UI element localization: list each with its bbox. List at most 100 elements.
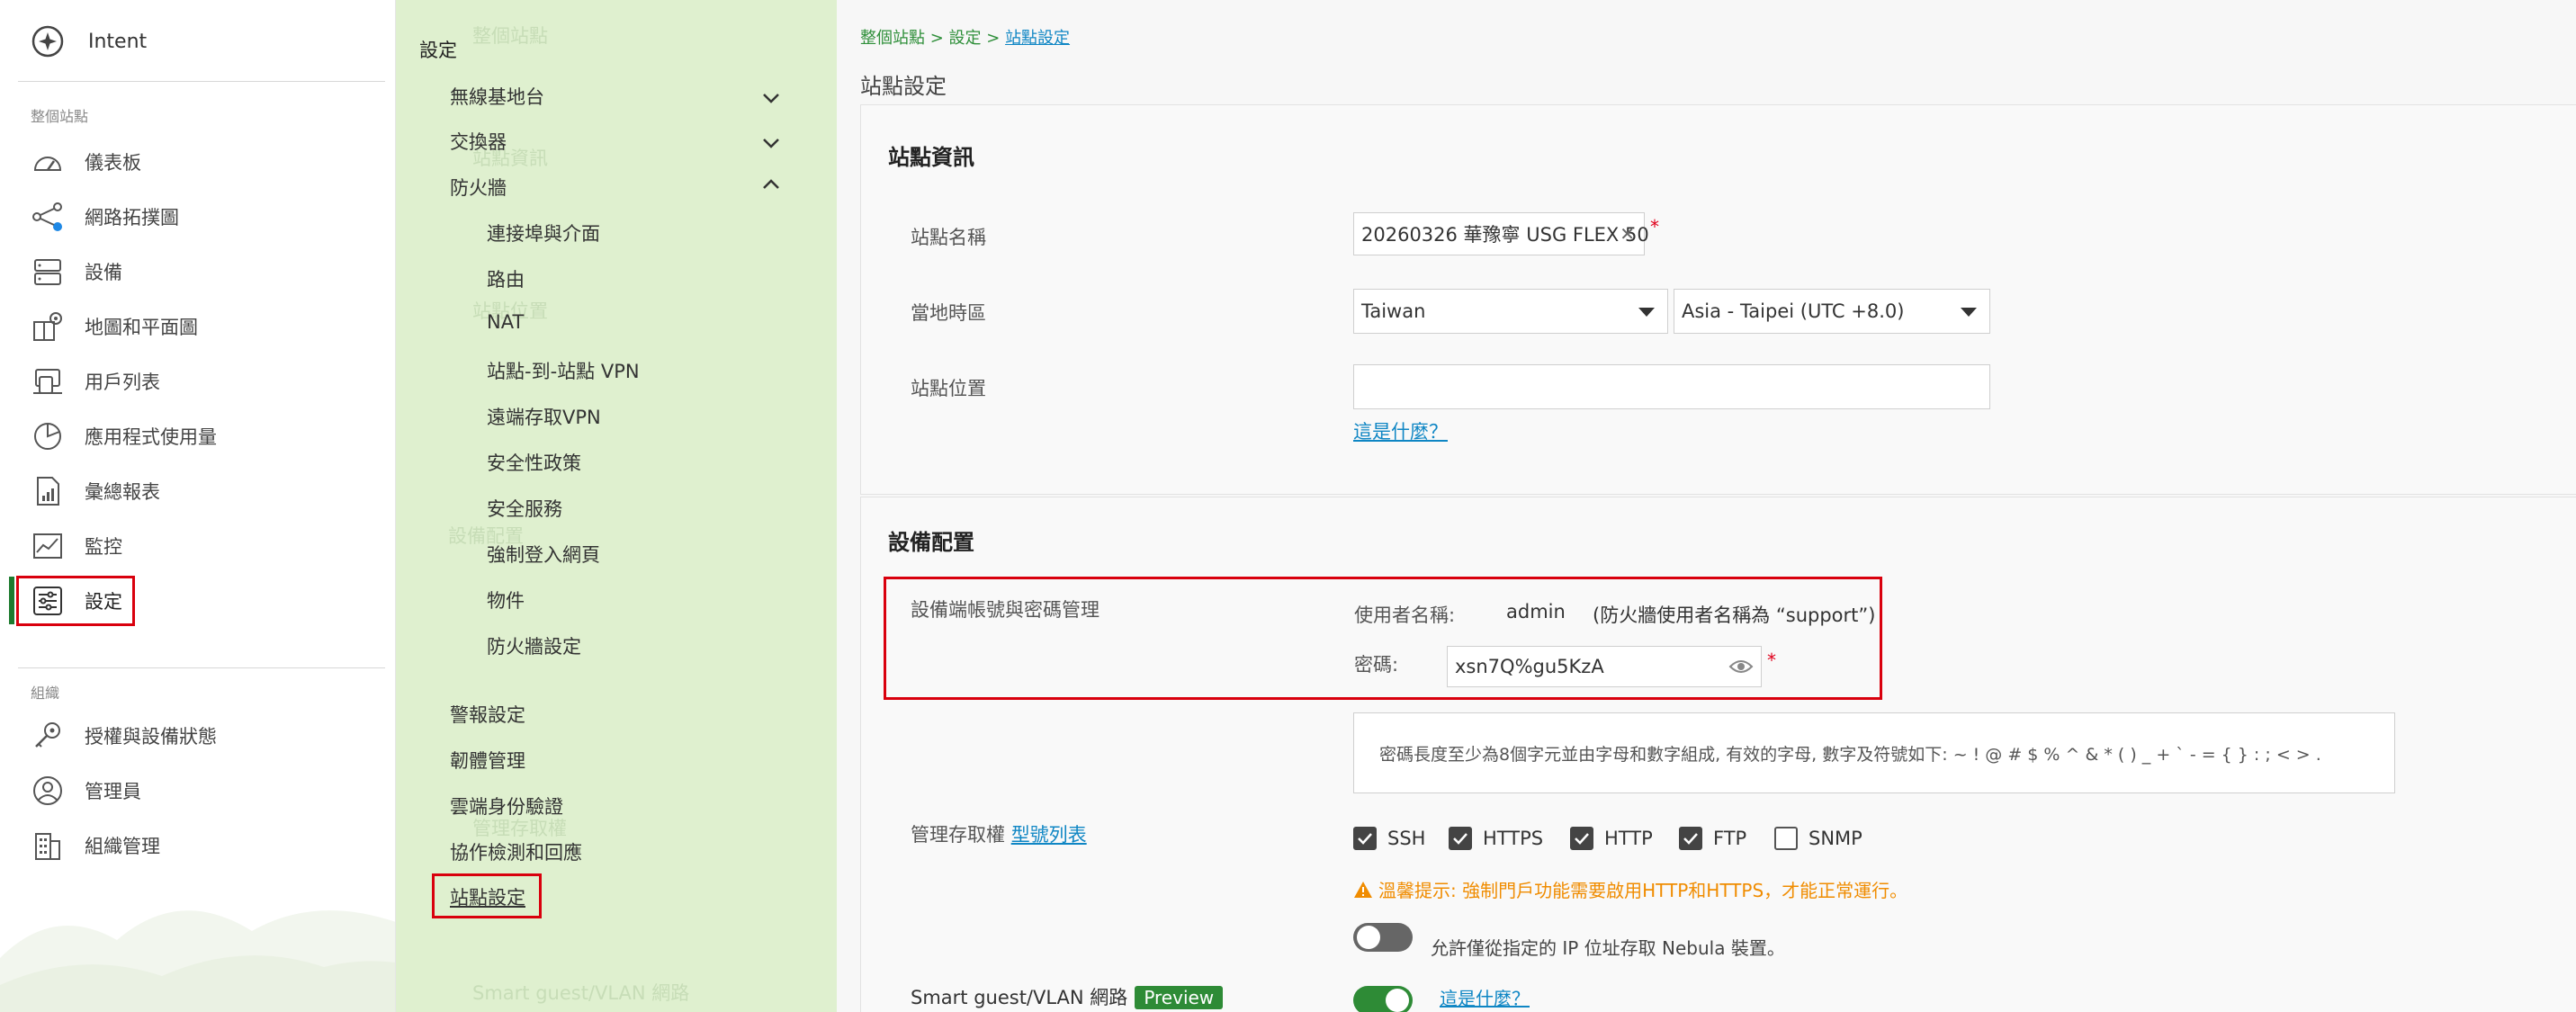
monitor-icon: [33, 533, 62, 559]
ssh-checkbox[interactable]: SSH: [1353, 827, 1425, 850]
subnav-item-captive-portal[interactable]: 強制登入網頁: [487, 541, 600, 568]
nav-section-site: 整個站點: [31, 108, 89, 125]
subnav-item-site-settings[interactable]: 站點設定: [450, 883, 525, 910]
password-input[interactable]: xsn7Q%gu5KzA: [1447, 646, 1762, 687]
chevron-up-icon[interactable]: [758, 171, 785, 198]
clients-icon: [33, 369, 62, 394]
chevron-down-icon[interactable]: [758, 130, 785, 157]
subnav-item-firewall-settings[interactable]: 防火牆設定: [487, 632, 581, 659]
dropdown-arrow-icon: [1961, 308, 1977, 317]
ghost-text: 整個站點: [472, 25, 548, 47]
breadcrumb-settings[interactable]: 設定: [949, 29, 982, 48]
nav-item-administrator[interactable]: 管理員: [31, 768, 141, 813]
toggle-knob: [1357, 926, 1380, 949]
required-mark: *: [1650, 216, 1659, 237]
required-mark: *: [1767, 649, 1776, 671]
settings-icon: [33, 587, 62, 615]
nav-item-topology[interactable]: 網路拓撲圖: [31, 194, 179, 239]
location-input[interactable]: [1353, 364, 1990, 409]
preview-badge: Preview: [1135, 986, 1224, 1009]
nav-item-app-usage[interactable]: 應用程式使用量: [31, 414, 217, 459]
eye-icon[interactable]: [1728, 657, 1754, 676]
timezone-label: 當地時區: [911, 302, 986, 324]
vlan-whatis-link[interactable]: 這是什麼？: [1440, 984, 1530, 1010]
subnav-item-routing[interactable]: 路由: [487, 265, 525, 292]
subnav-item-security-policy[interactable]: 安全性政策: [487, 449, 581, 476]
subnav-group-firewall[interactable]: 防火牆: [450, 174, 507, 201]
left-nav: Intent 整個站點 儀表板 網路拓撲圖 設備 地圖和平面圖 用戶列表 應用程…: [0, 0, 396, 1012]
vlan-toggle[interactable]: [1353, 986, 1413, 1012]
nav-item-settings[interactable]: 設定: [31, 578, 122, 623]
breadcrumb: 整個站點 > 設定 > 站點設定: [860, 25, 1070, 49]
subnav-item-objects[interactable]: 物件: [487, 587, 525, 613]
subnav-item-site-vpn[interactable]: 站點-到-站點 VPN: [487, 357, 640, 384]
administrator-icon: [33, 776, 62, 805]
model-list-link[interactable]: 型號列表: [1011, 824, 1087, 846]
page-title: 站點設定: [860, 74, 947, 99]
nav-item-summary-report[interactable]: 彙總報表: [31, 469, 160, 514]
password-label: 密碼:: [1354, 654, 1399, 676]
site-name-value: 20260326 華豫寧 USG FLEX 50: [1361, 224, 1649, 246]
nav-item-label: 授權與設備狀態: [85, 726, 217, 748]
ftp-checkbox[interactable]: FTP: [1679, 827, 1746, 850]
subnav-item-cdr[interactable]: 協作檢測和回應: [450, 838, 582, 865]
vlan-label-text: Smart guest/VLAN 網路: [911, 987, 1128, 1008]
vlan-label: Smart guest/VLAN 網路 Preview: [911, 983, 1224, 1010]
nav-item-monitor[interactable]: 監控: [31, 524, 122, 569]
app-window: Intent 整個站點 儀表板 網路拓撲圖 設備 地圖和平面圖 用戶列表 應用程…: [0, 0, 2576, 1012]
subnav-item-nat[interactable]: NAT: [487, 311, 524, 333]
timezone-zone-select[interactable]: Asia - Taipei (UTC +8.0): [1674, 289, 1990, 334]
checkbox-checked-icon: [1570, 827, 1593, 850]
site-name-input[interactable]: 20260326 華豫寧 USG FLEX 50 ✕: [1353, 212, 1649, 255]
subnav-group-ap[interactable]: 無線基地台: [450, 83, 544, 110]
app-usage-icon: [34, 423, 61, 450]
snmp-checkbox[interactable]: SNMP: [1774, 827, 1862, 850]
settings-subnav: 整個站點 站點資訊 站點位置 設備配置 管理存取權 Smart guest/VL…: [396, 0, 837, 1012]
nav-item-dashboard[interactable]: 儀表板: [31, 139, 141, 184]
timezone-zone-value: Asia - Taipei (UTC +8.0): [1682, 300, 1905, 322]
nav-item-license[interactable]: 授權與設備狀態: [31, 713, 217, 758]
chevron-down-icon[interactable]: [758, 85, 785, 112]
username-label: 使用者名稱:: [1354, 605, 1456, 626]
subnav-item-cloud-auth[interactable]: 雲端身份驗證: [450, 793, 563, 819]
ghost-text: Smart guest/VLAN 網路: [472, 982, 690, 1004]
subnav-title: 設定: [419, 40, 457, 61]
nav-item-devices[interactable]: 設備: [31, 249, 122, 294]
checkbox-unchecked-icon: [1774, 827, 1798, 850]
nav-item-label: 監控: [85, 536, 122, 558]
location-whatis-link[interactable]: 這是什麼？: [1353, 417, 1448, 444]
https-checkbox[interactable]: HTTPS: [1449, 827, 1543, 850]
nav-item-label: 地圖和平面圖: [85, 317, 198, 338]
devices-icon: [34, 259, 61, 285]
nav-item-label: 應用程式使用量: [85, 426, 217, 448]
subnav-group-switch[interactable]: 交換器: [450, 128, 507, 155]
clear-icon[interactable]: ✕: [1620, 223, 1635, 245]
access-label-text: 管理存取權: [911, 824, 1005, 846]
ip-restrict-toggle[interactable]: [1353, 923, 1413, 952]
http-checkbox[interactable]: HTTP: [1570, 827, 1653, 850]
device-config-title: 設備配置: [888, 530, 974, 555]
breadcrumb-current[interactable]: 站點設定: [1005, 29, 1070, 48]
active-indicator: [9, 577, 14, 624]
map-floorplan-icon: [33, 312, 62, 341]
timezone-country-select[interactable]: Taiwan: [1353, 289, 1668, 334]
captive-warning: 溫馨提示: 強制門戶功能需要啟用HTTP和HTTPS，才能正常運行。: [1353, 876, 1907, 902]
subnav-item-firmware[interactable]: 韌體管理: [450, 747, 525, 774]
nav-section-org: 組織: [31, 685, 60, 702]
checkbox-checked-icon: [1353, 827, 1377, 850]
credential-label: 設備端帳號與密碼管理: [911, 599, 1100, 621]
breadcrumb-site[interactable]: 整個站點: [860, 29, 925, 48]
dashboard-icon: [33, 157, 62, 171]
topology-icon: [32, 202, 62, 231]
subnav-item-alerts[interactable]: 警報設定: [450, 701, 525, 728]
subnav-item-ports[interactable]: 連接埠與介面: [487, 219, 600, 246]
subnav-item-security-service[interactable]: 安全服務: [487, 495, 562, 522]
nav-item-label: 儀表板: [85, 152, 141, 174]
password-hint-box: 密碼長度至少為8個字元並由字母和數字組成, 有效的字母, 數字及符號如下: ~ …: [1353, 712, 2395, 793]
nav-item-label: 用戶列表: [85, 372, 160, 393]
nav-item-map[interactable]: 地圖和平面圖: [31, 304, 198, 349]
subnav-item-remote-vpn[interactable]: 遠端存取VPN: [487, 403, 601, 430]
nav-item-clients[interactable]: 用戶列表: [31, 359, 160, 404]
intent-brand[interactable]: Intent: [31, 22, 147, 61]
decorative-hills: [0, 910, 395, 1012]
